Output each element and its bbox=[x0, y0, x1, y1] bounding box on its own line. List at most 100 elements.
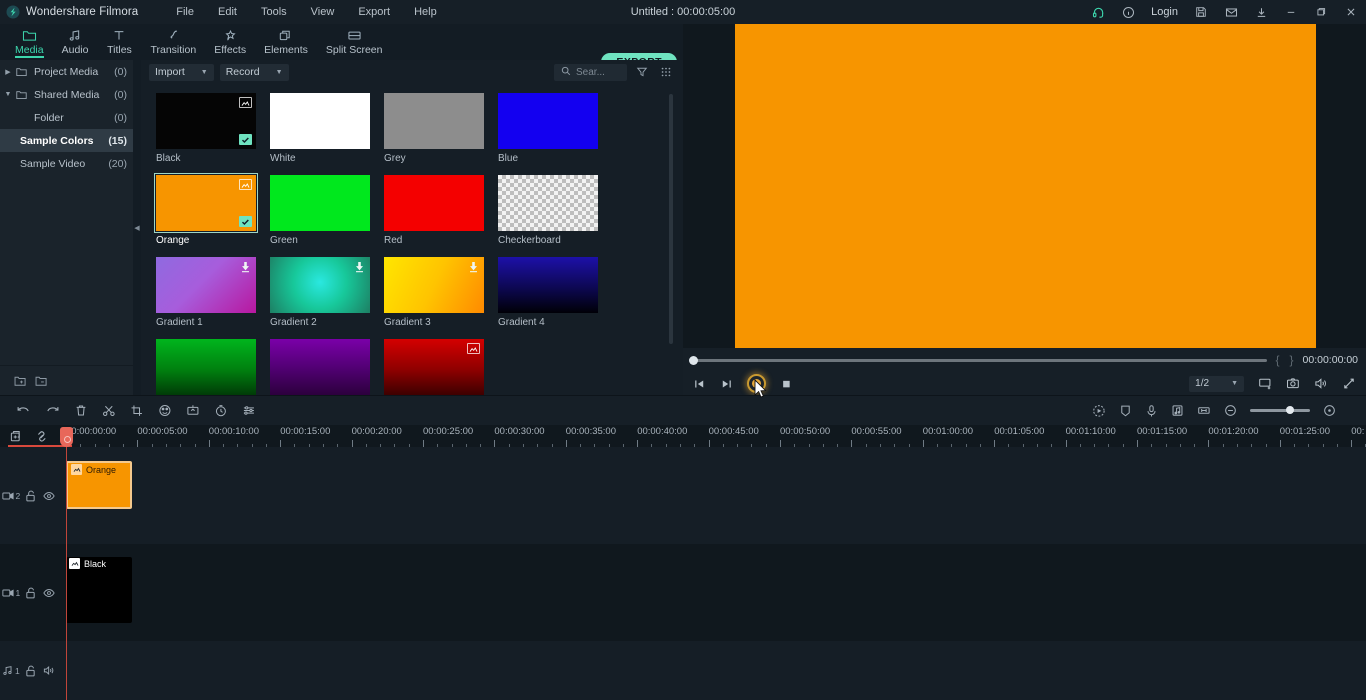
grid-view-icon[interactable] bbox=[657, 66, 675, 78]
media-thumbnail[interactable] bbox=[270, 339, 370, 395]
audio-beat-icon[interactable] bbox=[1171, 404, 1184, 418]
speed-icon[interactable] bbox=[214, 404, 228, 417]
seek-slider[interactable] bbox=[689, 355, 1267, 365]
media-item[interactable]: Gradient 3 bbox=[384, 257, 484, 329]
tab-titles[interactable]: Titles bbox=[97, 24, 141, 60]
minimize-button[interactable] bbox=[1276, 0, 1306, 24]
media-thumbnail[interactable] bbox=[156, 339, 256, 395]
mark-in-button[interactable]: { bbox=[1275, 353, 1281, 367]
tab-audio[interactable]: Audio bbox=[53, 24, 98, 60]
menu-export[interactable]: Export bbox=[346, 0, 402, 24]
chevron-down-icon[interactable]: ▼ bbox=[0, 91, 16, 98]
menu-edit[interactable]: Edit bbox=[206, 0, 249, 24]
media-thumbnail[interactable] bbox=[156, 93, 256, 149]
mail-icon[interactable] bbox=[1216, 0, 1246, 24]
media-thumbnail[interactable] bbox=[384, 93, 484, 149]
step-back-icon[interactable] bbox=[693, 378, 706, 390]
login-button[interactable]: Login bbox=[1143, 0, 1186, 24]
sidebar-item-project-media[interactable]: ▶ Project Media (0) bbox=[0, 60, 133, 83]
timeline-ruler[interactable]: 00:00:00:00 00:00:05:00 00:00:10:00 00:00:1… bbox=[58, 425, 1366, 447]
download-badge-icon[interactable] bbox=[240, 261, 251, 276]
track-background[interactable] bbox=[0, 447, 1366, 544]
fullscreen-icon[interactable] bbox=[1342, 377, 1356, 390]
media-thumbnail[interactable] bbox=[498, 175, 598, 231]
media-item[interactable] bbox=[384, 339, 484, 395]
eye-icon[interactable] bbox=[40, 588, 58, 598]
media-item[interactable]: Red bbox=[384, 175, 484, 247]
media-item[interactable]: Orange bbox=[154, 173, 258, 247]
mark-out-button[interactable]: } bbox=[1289, 353, 1295, 367]
media-item[interactable]: Blue bbox=[498, 93, 598, 165]
media-thumbnail[interactable] bbox=[270, 175, 370, 231]
media-item[interactable] bbox=[156, 339, 256, 395]
close-button[interactable] bbox=[1336, 0, 1366, 24]
zoom-out-icon[interactable] bbox=[1224, 404, 1237, 417]
media-thumbnail[interactable] bbox=[384, 175, 484, 231]
media-item[interactable]: Grey bbox=[384, 93, 484, 165]
menu-tools[interactable]: Tools bbox=[249, 0, 299, 24]
menu-view[interactable]: View bbox=[299, 0, 347, 24]
maximize-button[interactable] bbox=[1306, 0, 1336, 24]
timeline-playhead-upper[interactable] bbox=[60, 427, 73, 447]
media-thumbnail[interactable] bbox=[384, 257, 484, 313]
speaker-icon[interactable] bbox=[40, 665, 58, 676]
lock-icon[interactable] bbox=[22, 490, 40, 502]
media-item[interactable] bbox=[270, 339, 370, 395]
filter-icon[interactable] bbox=[633, 66, 651, 78]
delete-icon[interactable] bbox=[74, 404, 88, 417]
media-thumbnail[interactable] bbox=[270, 257, 370, 313]
zoom-in-icon[interactable] bbox=[1323, 404, 1336, 417]
media-item[interactable]: Gradient 4 bbox=[498, 257, 598, 329]
timeline-zoom-slider[interactable] bbox=[1250, 406, 1310, 414]
download-badge-icon[interactable] bbox=[354, 261, 365, 276]
tab-effects[interactable]: Effects bbox=[205, 24, 255, 60]
tab-split-screen[interactable]: Split Screen bbox=[317, 24, 392, 60]
sidebar-item-shared-media[interactable]: ▼ Shared Media (0) bbox=[0, 83, 133, 106]
timeline-render-bar-icon[interactable] bbox=[1349, 401, 1358, 420]
info-icon[interactable] bbox=[1113, 0, 1143, 24]
undo-icon[interactable] bbox=[16, 404, 31, 417]
volume-icon[interactable] bbox=[1314, 377, 1328, 390]
marker-icon[interactable] bbox=[1119, 404, 1132, 418]
record-button[interactable] bbox=[747, 374, 766, 393]
crop-icon[interactable] bbox=[130, 404, 144, 417]
voiceover-icon[interactable] bbox=[1145, 404, 1158, 418]
import-dropdown[interactable]: Import ▼ bbox=[149, 63, 214, 81]
tab-transition[interactable]: Transition bbox=[141, 24, 205, 60]
search-input[interactable]: Sear... bbox=[554, 63, 627, 81]
timeline-playhead[interactable] bbox=[66, 447, 67, 700]
stop-icon[interactable] bbox=[780, 378, 793, 390]
add-track-icon[interactable] bbox=[8, 430, 22, 443]
tab-media[interactable]: Media bbox=[6, 24, 53, 60]
snapshot-icon[interactable] bbox=[1286, 377, 1300, 390]
media-thumbnail[interactable] bbox=[270, 93, 370, 149]
tab-elements[interactable]: Elements bbox=[255, 24, 317, 60]
lock-icon[interactable] bbox=[22, 587, 40, 599]
add-folder-icon[interactable] bbox=[14, 375, 27, 387]
menu-help[interactable]: Help bbox=[402, 0, 449, 24]
media-scrollbar[interactable] bbox=[669, 94, 673, 344]
lock-icon[interactable] bbox=[22, 665, 40, 677]
save-icon[interactable] bbox=[1186, 0, 1216, 24]
headset-icon[interactable] bbox=[1083, 0, 1113, 24]
timeline-clip[interactable]: Black bbox=[66, 557, 132, 623]
color-icon[interactable] bbox=[158, 404, 172, 417]
media-thumbnail[interactable] bbox=[156, 257, 256, 313]
playhead-handle[interactable] bbox=[60, 427, 73, 447]
preview-canvas[interactable] bbox=[735, 24, 1316, 348]
media-thumbnail[interactable] bbox=[154, 173, 258, 233]
media-item[interactable]: Black bbox=[156, 93, 256, 165]
sidebar-item-folder[interactable]: Folder (0) bbox=[0, 106, 133, 129]
fit-timeline-icon[interactable] bbox=[1197, 404, 1211, 417]
panel-collapse-button[interactable]: ◀ bbox=[133, 60, 141, 395]
media-item[interactable]: Checkerboard bbox=[498, 175, 598, 247]
timeline-zoom-knob[interactable] bbox=[1286, 406, 1294, 414]
media-item[interactable]: Gradient 1 bbox=[156, 257, 256, 329]
split-icon[interactable] bbox=[102, 404, 116, 417]
chevron-right-icon[interactable]: ▶ bbox=[0, 68, 16, 76]
preview-quality-dropdown[interactable]: 1/2 ▼ bbox=[1189, 375, 1244, 392]
audio-mix-icon[interactable] bbox=[242, 404, 256, 417]
link-icon[interactable] bbox=[35, 430, 49, 443]
media-item[interactable]: Green bbox=[270, 175, 370, 247]
timeline-clip[interactable]: Orange bbox=[66, 461, 132, 509]
